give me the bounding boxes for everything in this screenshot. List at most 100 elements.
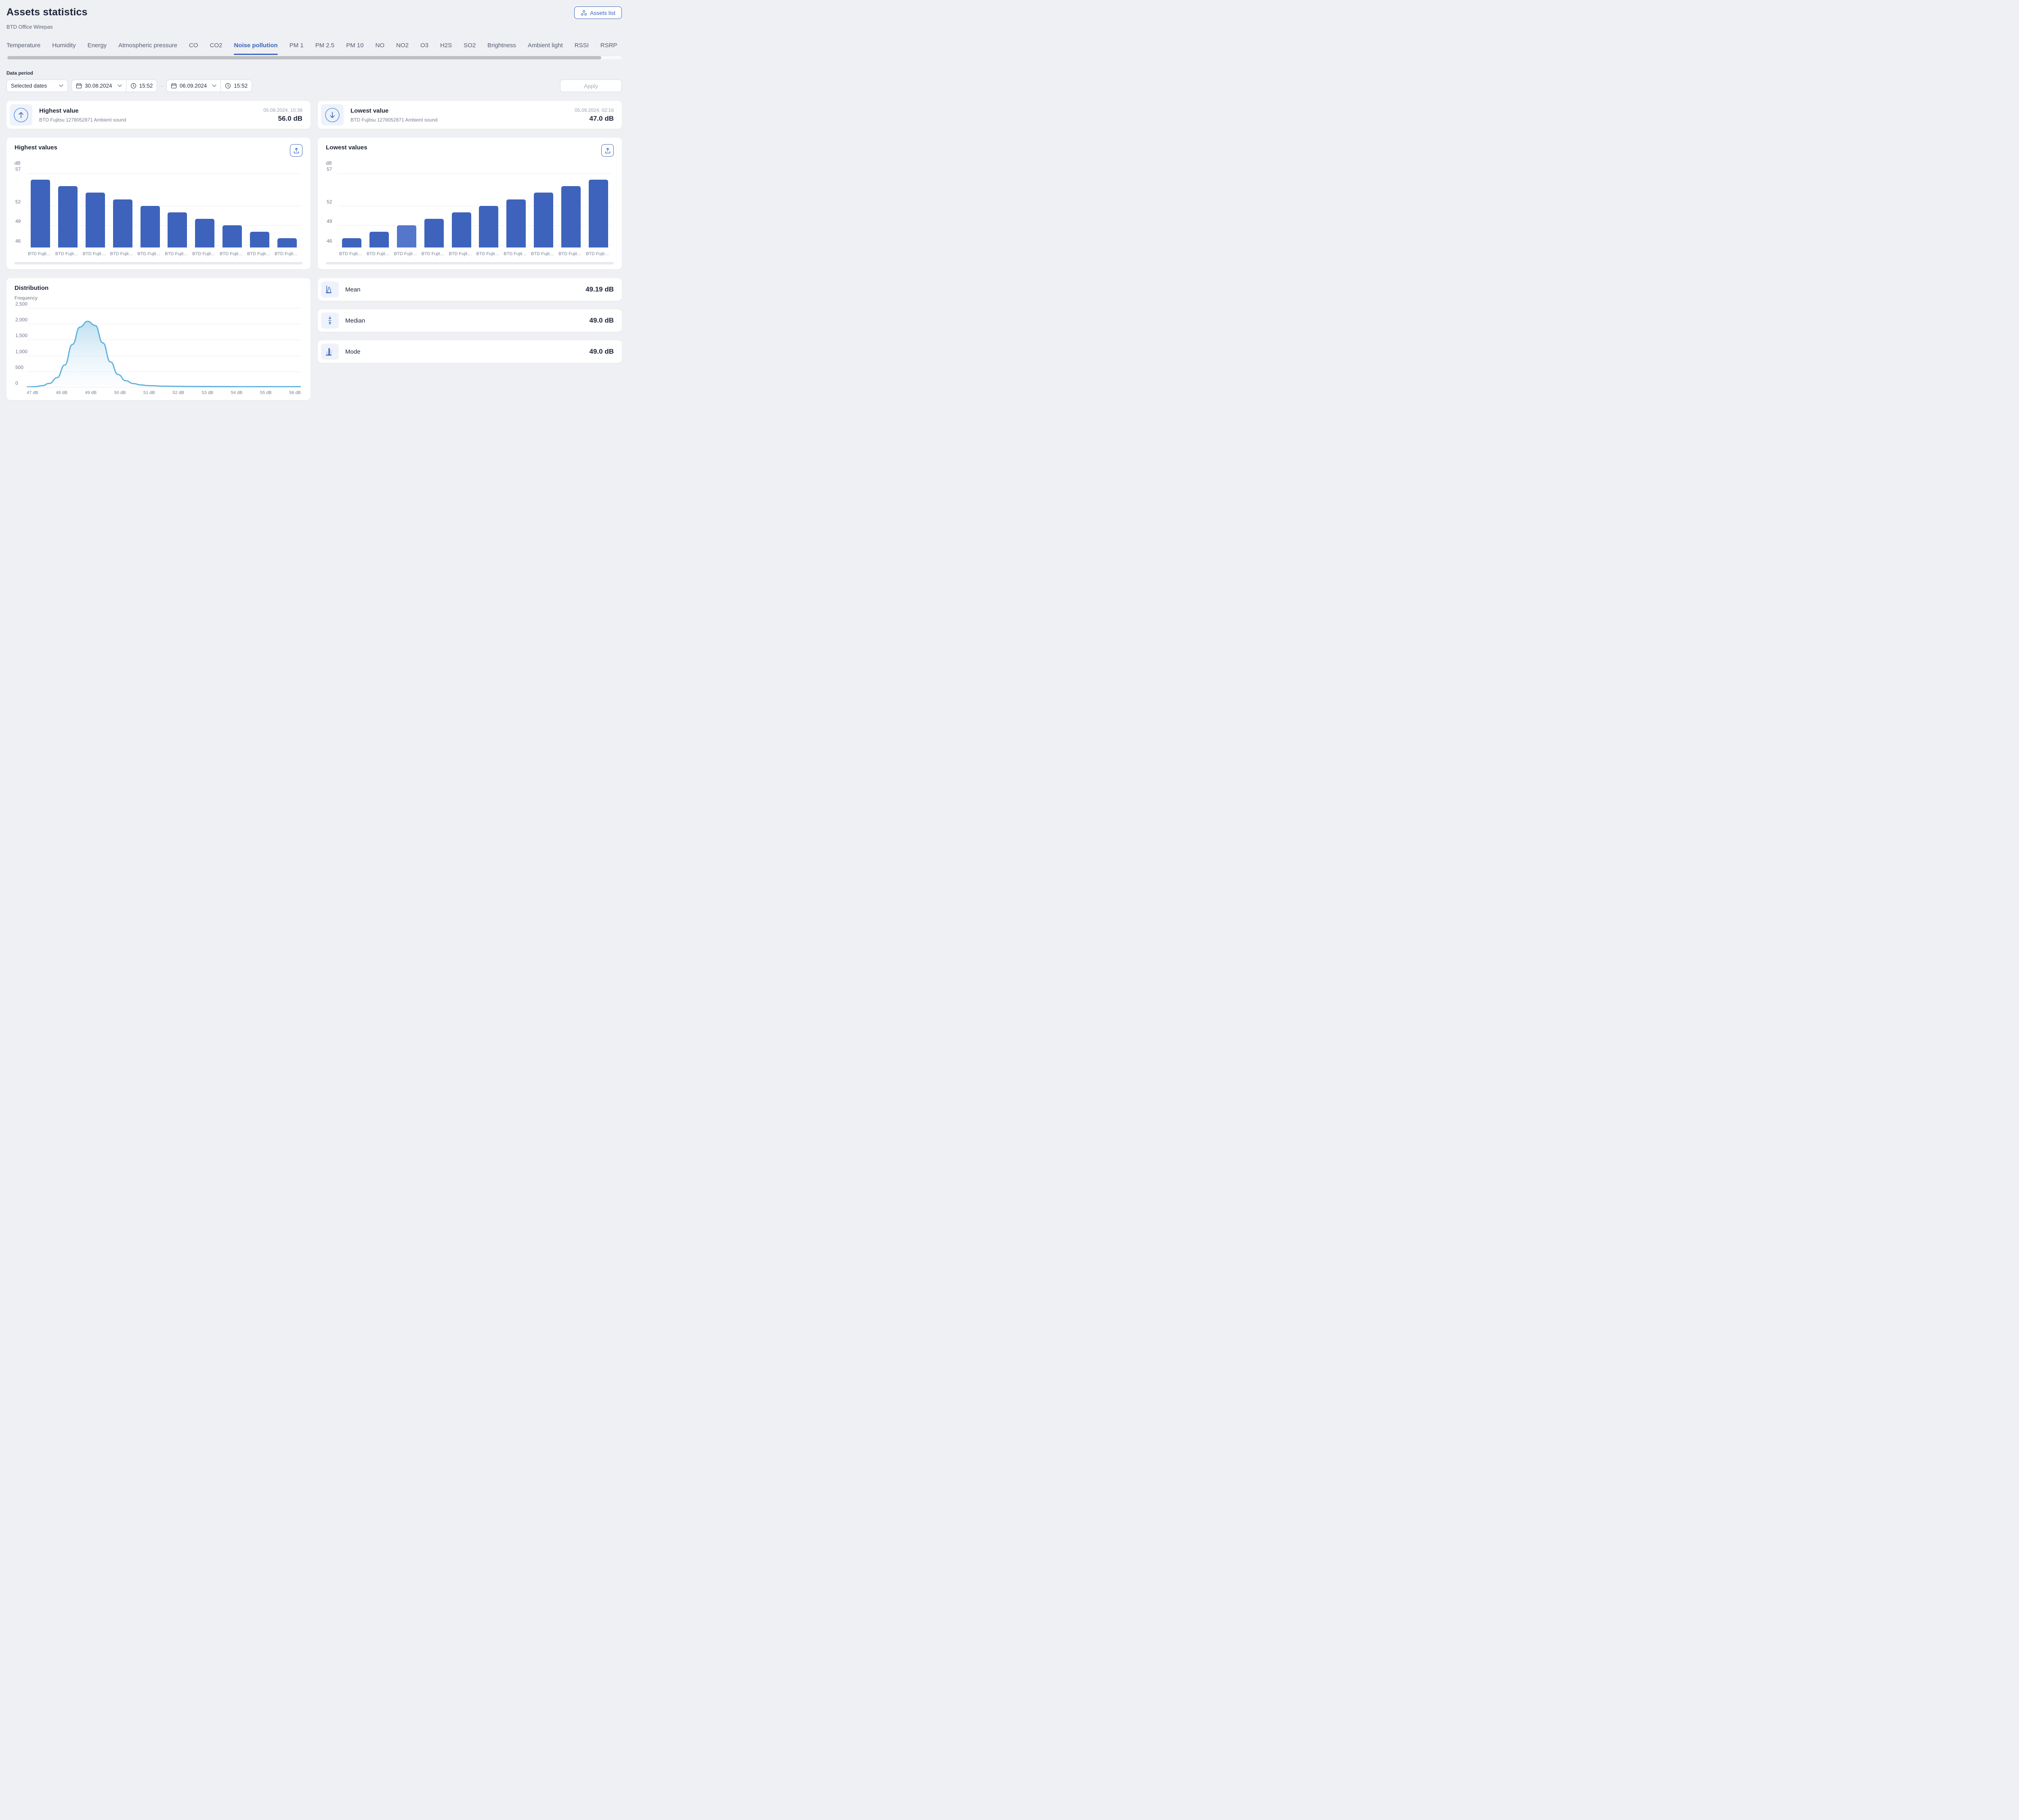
x-category-label: BTD Fujitsu… [275,252,300,256]
bar-highest-values-10[interactable] [277,238,297,247]
time-from-field[interactable]: 15:52 [126,80,157,92]
distribution-curve [27,308,301,387]
tabs-scrollbar[interactable] [6,56,622,60]
y-tick-label: 46 [327,238,332,244]
y-tick-label: 1,500 [15,333,27,339]
export-icon [604,147,611,154]
chart-title: Lowest values [326,144,367,151]
bar-lowest-values-6[interactable] [479,206,498,247]
bar-highest-values-8[interactable] [222,225,242,247]
x-category-label: BTD Fujitsu… [192,252,217,256]
bar-highest-values-1[interactable] [31,180,50,247]
tab-so2[interactable]: SO2 [464,42,476,55]
bar-lowest-values-8[interactable] [534,193,553,247]
x-category-label: BTD Fujitsu… [558,252,583,256]
summary-icon-pill [10,104,32,126]
bar-lowest-values-2[interactable] [369,232,389,247]
tabs-scrollbar-thumb[interactable] [7,56,601,59]
bar-highest-values-7[interactable] [195,219,214,247]
tab-atmospheric-pressure[interactable]: Atmospheric pressure [118,42,177,55]
filters-row: Selected dates 30.08.2024 15:52 - [6,80,622,92]
lowest-values-plot: 57524946 [326,173,614,247]
summary-timestamp: 05.09.2024, 02:16 [575,107,614,113]
tab-rsrp[interactable]: RSRP [600,42,617,55]
tab-pm-10[interactable]: PM 10 [346,42,363,55]
bar-highest-values-2[interactable] [58,186,78,247]
y-axis-unit: dB [326,160,614,166]
time-to-value: 15:52 [234,83,248,89]
mean-distribution-icon [325,285,335,294]
bar-lowest-values-9[interactable] [561,186,581,247]
tab-no2[interactable]: NO2 [396,42,409,55]
x-tick-label: 53 dB [202,390,214,395]
x-category-label: BTD Fujitsu… [394,252,419,256]
date-from-value: 30.08.2024 [85,83,112,89]
summary-value: 47.0 dB [575,115,614,123]
tab-o3[interactable]: O3 [420,42,428,55]
tab-co2[interactable]: CO2 [210,42,222,55]
bar-lowest-values-1[interactable] [342,238,361,247]
highest-values-x-labels: BTD Fujitsu…BTD Fujitsu…BTD Fujitsu…BTD … [27,252,301,256]
tab-pm-2-5[interactable]: PM 2.5 [315,42,335,55]
topbar: Assets statistics BTD Office Wirepas Ass… [6,6,622,30]
bar-highest-values-3[interactable] [86,193,105,247]
date-from-field[interactable]: 30.08.2024 [72,80,126,92]
bar-highest-values-5[interactable] [141,206,160,247]
tab-pm-1[interactable]: PM 1 [290,42,304,55]
lowest-values-x-labels: BTD Fujitsu…BTD Fujitsu…BTD Fujitsu…BTD … [338,252,612,256]
bar-highest-values-6[interactable] [168,212,187,247]
tab-rssi[interactable]: RSSI [575,42,589,55]
export-button[interactable] [290,144,302,157]
tab-humidity[interactable]: Humidity [52,42,76,55]
x-category-label: BTD Fujitsu… [339,252,364,256]
tab-noise-pollution[interactable]: Noise pollution [234,42,277,55]
export-button[interactable] [601,144,614,157]
x-category-label: BTD Fujitsu… [586,252,611,256]
stat-value: 49.19 dB [586,285,614,294]
y-tick-label: 1,000 [15,349,27,354]
tab-brightness[interactable]: Brightness [487,42,516,55]
highest-value-card: Highest valueBTD Fujitsu 1278052871 Ambi… [6,101,311,129]
median-arrows-icon [325,316,335,325]
x-tick-label: 56 dB [289,390,301,395]
x-category-label: BTD Fujitsu… [476,252,501,256]
x-tick-label: 54 dB [231,390,243,395]
bottom-row: Distribution Frequency 2,5002,0001,5001,… [6,278,622,400]
tab-co[interactable]: CO [189,42,198,55]
tab-energy[interactable]: Energy [88,42,107,55]
bar-highest-values-4[interactable] [113,199,132,247]
chart-horizontal-scrollbar[interactable] [326,262,614,264]
x-tick-label: 52 dB [172,390,184,395]
date-to-field[interactable]: 06.09.2024 [167,80,221,92]
tabs-row: Temperature Humidity Energy Atmospheric pre… [6,42,622,55]
measurement-tabs: Temperature Humidity Energy Atmospheric pre… [6,42,622,60]
bar-lowest-values-7[interactable] [506,199,526,247]
apply-button[interactable]: Apply [560,80,622,92]
stat-label: Mean [345,286,361,293]
period-select[interactable]: Selected dates [6,80,68,92]
gridline [27,387,301,388]
bars-group [27,173,301,247]
bar-charts-row: Highest values dB 57524946 BTD Fujitsu…B… [6,138,622,269]
date-to-value: 06.09.2024 [180,83,207,89]
bar-lowest-values-3[interactable] [397,225,416,247]
assets-list-button[interactable]: Assets list [574,6,622,19]
bar-lowest-values-10[interactable] [589,180,608,247]
tab-temperature[interactable]: Temperature [6,42,40,55]
tab-no[interactable]: NO [376,42,385,55]
summary-asset-name: BTD Fujitsu 1278052871 Ambient sound [350,117,575,123]
y-tick-label: 2,500 [15,301,27,307]
summary-value: 56.0 dB [263,115,302,123]
bar-highest-values-9[interactable] [250,232,269,247]
time-to-field[interactable]: 15:52 [221,80,252,92]
tab-h2s[interactable]: H2S [440,42,452,55]
arrow-down-circle-icon [325,107,340,123]
summary-asset-name: BTD Fujitsu 1278052871 Ambient sound [39,117,263,123]
x-category-label: BTD Fujitsu… [138,252,163,256]
summary-cards-row: Highest valueBTD Fujitsu 1278052871 Ambi… [6,101,622,129]
bar-lowest-values-4[interactable] [424,219,444,247]
tab-ambient-light[interactable]: Ambient light [528,42,563,55]
bar-lowest-values-5[interactable] [452,212,471,247]
chart-horizontal-scrollbar[interactable] [15,262,302,264]
summary-timestamp: 05.09.2024, 10:38 [263,107,302,113]
